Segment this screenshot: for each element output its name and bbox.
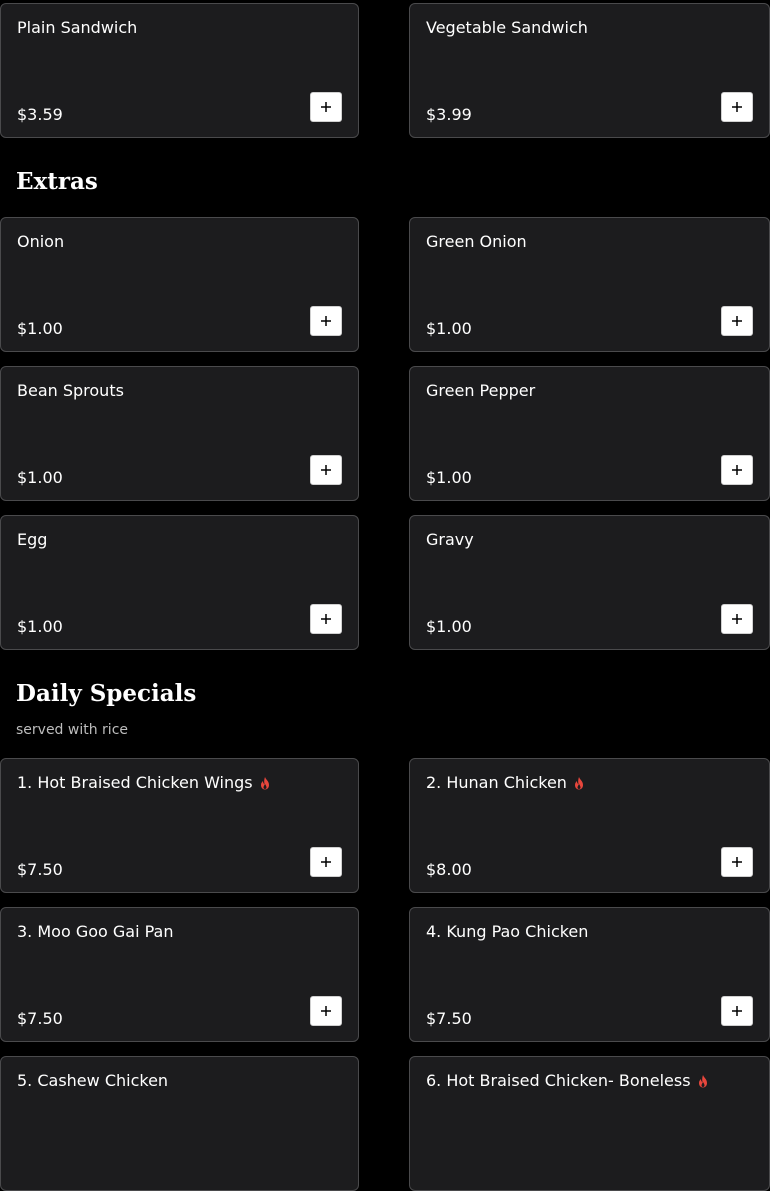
add-item-button[interactable] (310, 455, 342, 485)
menu-item-card[interactable]: 5. Cashew Chicken (0, 1056, 359, 1191)
menu-item-card[interactable]: 1. Hot Braised Chicken Wings $7.50 (0, 758, 359, 893)
item-price: $3.99 (426, 105, 472, 124)
item-price: $1.00 (426, 617, 472, 636)
flame-icon (574, 776, 583, 789)
section-title-daily-specials: Daily Specials (16, 680, 197, 707)
item-name: 3. Moo Goo Gai Pan (17, 922, 174, 941)
plus-icon (321, 465, 331, 475)
section-title-extras: Extras (16, 168, 98, 195)
menu-item-card[interactable]: 4. Kung Pao Chicken $7.50 (409, 907, 770, 1042)
item-price: $3.59 (17, 105, 63, 124)
item-name: 5. Cashew Chicken (17, 1071, 169, 1090)
plus-icon (732, 316, 742, 326)
menu-item-card[interactable]: 2. Hunan Chicken $8.00 (409, 758, 770, 893)
flame-icon (260, 776, 269, 789)
menu-item-card[interactable]: 3. Moo Goo Gai Pan $7.50 (0, 907, 359, 1042)
item-name-text: 2. Hunan Chicken (426, 773, 567, 792)
add-item-button[interactable] (721, 604, 753, 634)
menu-item-card[interactable]: Plain Sandwich $3.59 (0, 3, 359, 138)
add-item-button[interactable] (721, 847, 753, 877)
add-item-button[interactable] (310, 92, 342, 122)
item-name: Onion (17, 232, 65, 251)
item-name-text: 1. Hot Braised Chicken Wings (17, 773, 253, 792)
add-item-button[interactable] (721, 306, 753, 336)
menu-item-card[interactable]: Egg $1.00 (0, 515, 359, 650)
menu-item-card[interactable]: Green Onion $1.00 (409, 217, 770, 352)
plus-icon (732, 857, 742, 867)
section-subtitle: served with rice (16, 722, 129, 738)
item-name: Plain Sandwich (17, 18, 138, 37)
plus-icon (321, 857, 331, 867)
plus-icon (321, 614, 331, 624)
plus-icon (321, 102, 331, 112)
item-name-text: 6. Hot Braised Chicken- Boneless (426, 1071, 691, 1090)
item-name: 2. Hunan Chicken (426, 773, 585, 792)
item-price: $1.00 (17, 468, 63, 487)
item-name: Green Onion (426, 232, 527, 251)
menu-item-card[interactable]: Onion $1.00 (0, 217, 359, 352)
add-item-button[interactable] (721, 92, 753, 122)
plus-icon (732, 614, 742, 624)
add-item-button[interactable] (310, 847, 342, 877)
item-price: $7.50 (426, 1009, 472, 1028)
item-name: Green Pepper (426, 381, 536, 400)
item-name: 6. Hot Braised Chicken- Boneless (426, 1071, 709, 1090)
flame-icon (698, 1074, 707, 1087)
item-name: 1. Hot Braised Chicken Wings (17, 773, 271, 792)
item-price: $1.00 (17, 617, 63, 636)
plus-icon (321, 316, 331, 326)
item-name: Gravy (426, 530, 474, 549)
item-name: Bean Sprouts (17, 381, 124, 400)
add-item-button[interactable] (310, 306, 342, 336)
plus-icon (321, 1006, 331, 1016)
item-price: $8.00 (426, 860, 472, 879)
item-price: $1.00 (426, 319, 472, 338)
menu-item-card[interactable]: Gravy $1.00 (409, 515, 770, 650)
add-item-button[interactable] (721, 996, 753, 1026)
add-item-button[interactable] (310, 604, 342, 634)
menu-item-card[interactable]: Vegetable Sandwich $3.99 (409, 3, 770, 138)
item-price: $1.00 (17, 319, 63, 338)
item-name: 4. Kung Pao Chicken (426, 922, 589, 941)
item-name: Egg (17, 530, 48, 549)
plus-icon (732, 1006, 742, 1016)
add-item-button[interactable] (310, 996, 342, 1026)
add-item-button[interactable] (721, 455, 753, 485)
plus-icon (732, 465, 742, 475)
item-price: $1.00 (426, 468, 472, 487)
item-name: Vegetable Sandwich (426, 18, 588, 37)
menu-item-card[interactable]: Bean Sprouts $1.00 (0, 366, 359, 501)
menu-item-card[interactable]: 6. Hot Braised Chicken- Boneless (409, 1056, 770, 1191)
plus-icon (732, 102, 742, 112)
item-price: $7.50 (17, 860, 63, 879)
item-price: $7.50 (17, 1009, 63, 1028)
menu-item-card[interactable]: Green Pepper $1.00 (409, 366, 770, 501)
